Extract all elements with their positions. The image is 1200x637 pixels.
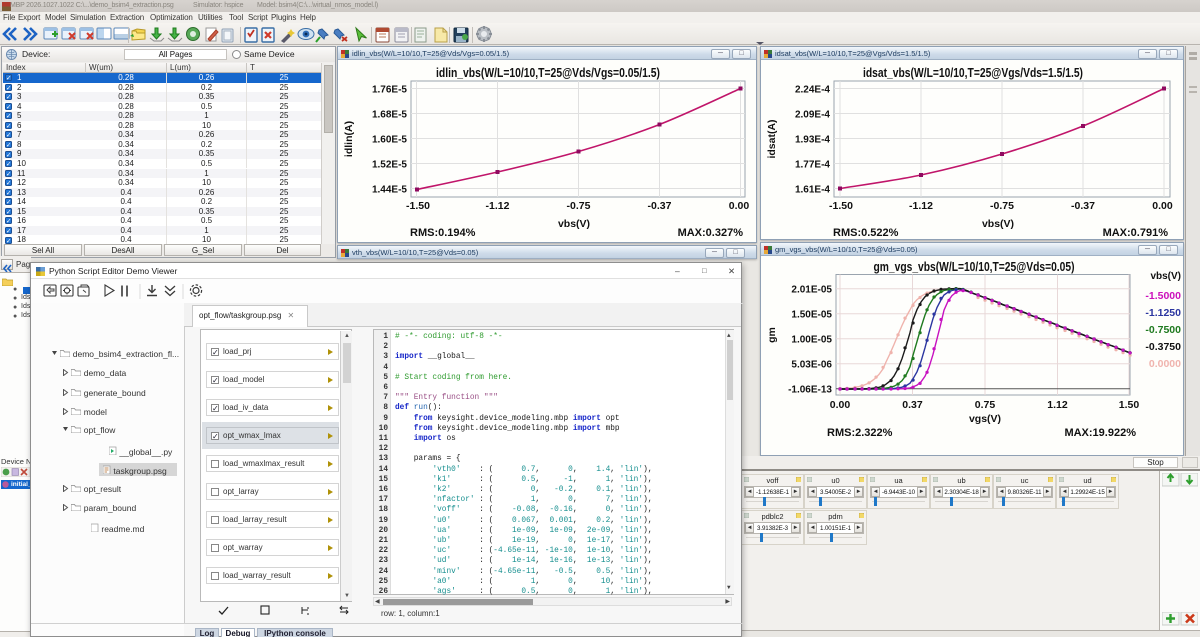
svg-text:vbs(V): vbs(V) xyxy=(982,218,1014,230)
svg-text:-0.3750: -0.3750 xyxy=(1145,341,1181,353)
svg-text:5.03E-06: 5.03E-06 xyxy=(791,360,832,371)
svg-text:vbs(V): vbs(V) xyxy=(1150,271,1181,282)
svg-text:vgs(V): vgs(V) xyxy=(969,413,1001,425)
svg-text:gm_vgs_vbs(W/L=10/10,T=25@Vds=: gm_vgs_vbs(W/L=10/10,T=25@Vds=0.05) xyxy=(874,259,1075,274)
svg-text:RMS:2.322%: RMS:2.322% xyxy=(827,427,893,439)
svg-text:1.52E-5: 1.52E-5 xyxy=(372,160,407,171)
svg-text:0.0000: 0.0000 xyxy=(1149,358,1181,370)
svg-text:-1.50: -1.50 xyxy=(406,200,430,212)
svg-text:0.00: 0.00 xyxy=(729,200,750,212)
svg-text:1.68E-5: 1.68E-5 xyxy=(372,110,407,121)
svg-text:RMS:0.522%: RMS:0.522% xyxy=(833,227,899,239)
svg-text:0.00: 0.00 xyxy=(830,399,851,411)
svg-text:2.01E-05: 2.01E-05 xyxy=(791,285,832,296)
svg-text:gm: gm xyxy=(766,327,778,343)
svg-text:idlin(A): idlin(A) xyxy=(343,121,355,157)
svg-text:1.44E-5: 1.44E-5 xyxy=(372,185,407,196)
svg-text:1.50E-05: 1.50E-05 xyxy=(791,310,832,321)
svg-text:-1.12: -1.12 xyxy=(909,200,933,212)
svg-text:-1.06E-13: -1.06E-13 xyxy=(788,385,832,396)
svg-text:2.24E-4: 2.24E-4 xyxy=(795,85,830,96)
svg-text:-0.75: -0.75 xyxy=(567,200,591,212)
svg-text:1.76E-5: 1.76E-5 xyxy=(372,85,407,96)
svg-text:RMS:0.194%: RMS:0.194% xyxy=(410,227,476,239)
svg-text:-0.75: -0.75 xyxy=(990,200,1014,212)
svg-text:-1.1250: -1.1250 xyxy=(1145,307,1181,319)
svg-text:MAX:19.922%: MAX:19.922% xyxy=(1064,427,1136,439)
svg-text:1.60E-5: 1.60E-5 xyxy=(372,135,407,146)
svg-text:-1.5000: -1.5000 xyxy=(1145,290,1181,302)
svg-text:idlin_vbs(W/L=10/10,T=25@Vds/V: idlin_vbs(W/L=10/10,T=25@Vds/Vgs=0.05/1.… xyxy=(436,65,660,80)
svg-text:-1.50: -1.50 xyxy=(829,200,853,212)
svg-text:idsat(A): idsat(A) xyxy=(766,119,778,158)
svg-text:1.61E-4: 1.61E-4 xyxy=(795,185,830,196)
svg-text:-1.12: -1.12 xyxy=(486,200,510,212)
svg-text:1.93E-4: 1.93E-4 xyxy=(795,135,830,146)
svg-text:2.09E-4: 2.09E-4 xyxy=(795,110,830,121)
svg-text:0.37: 0.37 xyxy=(902,399,923,411)
svg-text:MAX:0.327%: MAX:0.327% xyxy=(678,227,744,239)
svg-text:1.50: 1.50 xyxy=(1119,399,1140,411)
svg-text:idsat_vbs(W/L=10/10,T=25@Vgs/V: idsat_vbs(W/L=10/10,T=25@Vgs/Vds=1.5/1.5… xyxy=(863,65,1083,80)
svg-text:1.00E-05: 1.00E-05 xyxy=(791,335,832,346)
svg-text:0.00: 0.00 xyxy=(1152,200,1173,212)
svg-text:vbs(V): vbs(V) xyxy=(558,218,590,230)
svg-text:1.77E-4: 1.77E-4 xyxy=(795,160,830,171)
svg-text:0.75: 0.75 xyxy=(975,399,996,411)
svg-text:-0.37: -0.37 xyxy=(1071,200,1095,212)
svg-text:1.12: 1.12 xyxy=(1047,399,1068,411)
svg-text:MAX:0.791%: MAX:0.791% xyxy=(1103,227,1169,239)
svg-text:-0.37: -0.37 xyxy=(648,200,672,212)
svg-text:-0.7500: -0.7500 xyxy=(1145,324,1181,336)
